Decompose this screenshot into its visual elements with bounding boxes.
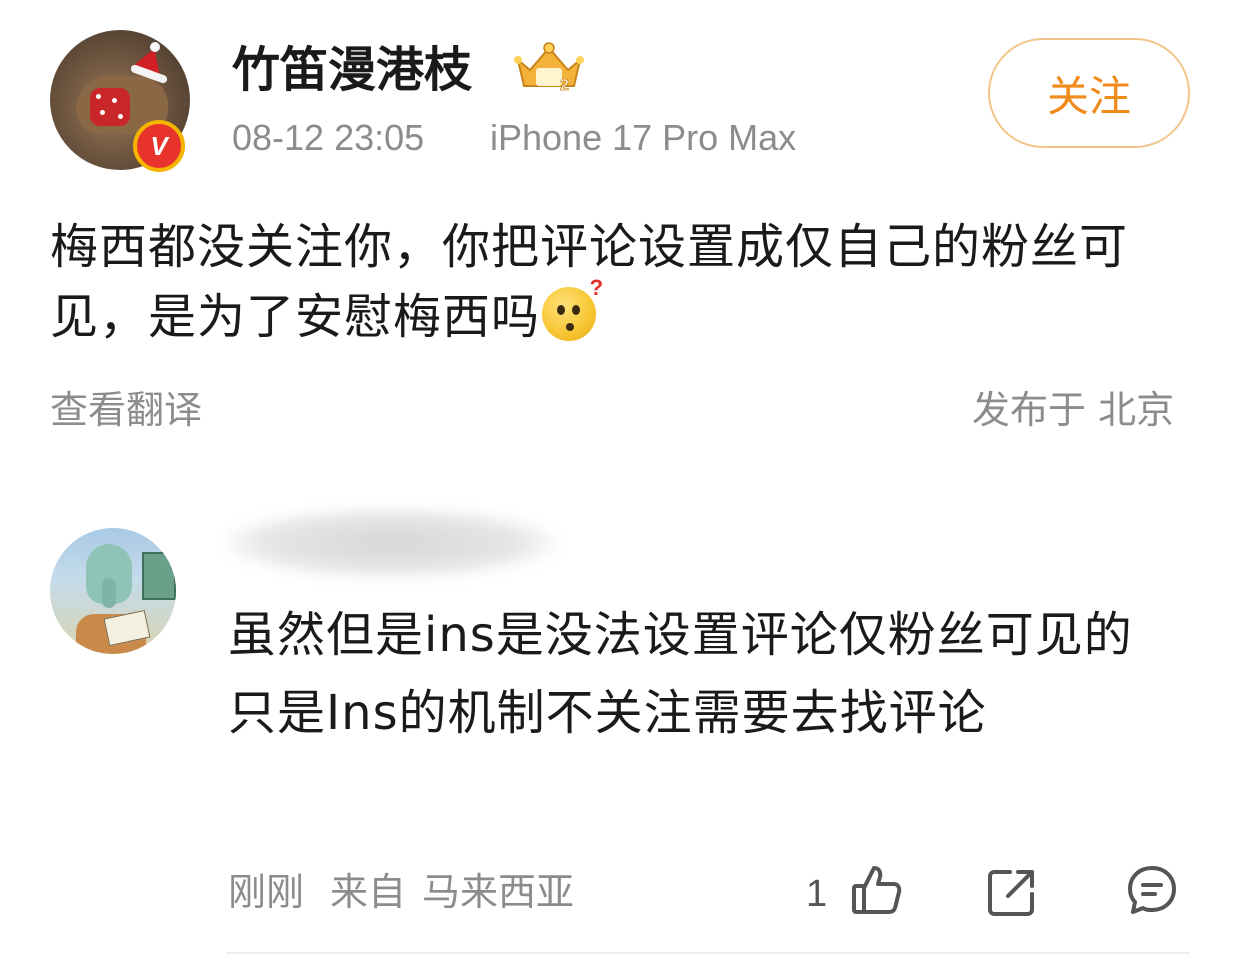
reply-bubble-icon[interactable] [1124, 862, 1180, 918]
author-username[interactable]: 竹笛漫港枝 [232, 38, 472, 102]
post-device: iPhone 17 Pro Max [490, 117, 797, 158]
comment-location: 马来西亚 [422, 870, 575, 914]
post-timestamp: 08-12 23:05 [232, 117, 425, 158]
post-location: 发布于 北京 [972, 388, 1175, 432]
puzzled-emoji-icon: ? [542, 277, 603, 341]
crown-level-text: 2 [560, 77, 569, 94]
thumbs-up-icon[interactable] [848, 862, 904, 918]
comment-text: 虽然但是ins是没法设置评论仅粉丝可见的 只是Ins的机制不关注需要去找评论 [228, 607, 1133, 741]
commenter-avatar[interactable] [50, 528, 176, 654]
red-sweater [90, 88, 130, 126]
comment-time: 刚刚 [228, 870, 305, 914]
follow-button[interactable]: 关注 [988, 38, 1190, 148]
translate-link[interactable]: 查看翻译 [50, 384, 202, 436]
share-icon[interactable] [984, 864, 1040, 920]
like-count: 1 [806, 873, 828, 915]
crown-level-icon: 2 [514, 42, 584, 94]
comment-location-prefix: 来自 [330, 870, 407, 914]
post-body: 梅西都没关注你，你把评论设置成仅自己的粉丝可见，是为了安慰梅西吗? [50, 212, 1200, 352]
divider [226, 952, 1190, 954]
verified-v-icon: V [133, 120, 185, 172]
commenter-name-redacted [226, 508, 556, 578]
